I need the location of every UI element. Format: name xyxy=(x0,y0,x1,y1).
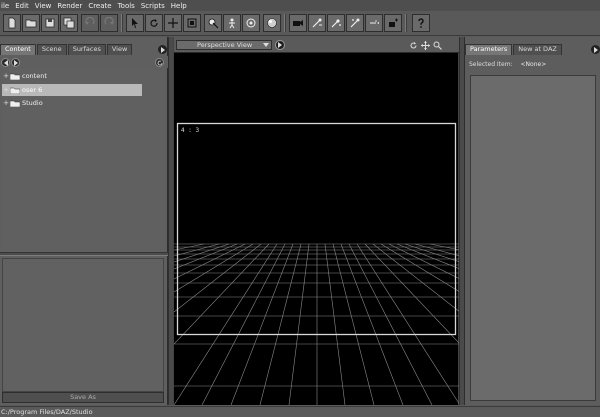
new-file-icon[interactable] xyxy=(3,14,21,32)
forward-arrow-icon[interactable] xyxy=(11,58,20,67)
panel-menu-arrow-icon[interactable] xyxy=(591,45,600,54)
tree-item[interactable]: + oser 6 xyxy=(2,84,142,96)
toolbar-separator xyxy=(405,14,407,32)
content-nav-row xyxy=(0,56,168,68)
camera-icon[interactable] xyxy=(289,14,307,32)
view-selector[interactable]: Perspective View xyxy=(176,40,272,50)
tree-item[interactable]: + content xyxy=(2,70,142,82)
active-pose-icon[interactable] xyxy=(223,14,241,32)
node-select-icon[interactable] xyxy=(204,14,222,32)
joint-editor-icon[interactable] xyxy=(242,14,260,32)
help-icon[interactable] xyxy=(412,14,430,32)
tab-surfaces[interactable]: Surfaces xyxy=(67,44,106,55)
folder-icon xyxy=(10,100,20,107)
menu-render[interactable]: Render xyxy=(57,2,82,10)
right-panel: Parameters New at DAZ Selected Item: <Non… xyxy=(464,37,600,405)
save-as-icon[interactable] xyxy=(60,14,78,32)
expand-icon[interactable]: + xyxy=(2,72,10,80)
pan-icon[interactable] xyxy=(420,40,430,50)
menu-bar: ile Edit View Render Create Tools Scripts Help xyxy=(0,0,600,11)
pane-splitter[interactable] xyxy=(0,252,168,256)
chevron-down-icon xyxy=(263,43,269,47)
toolbar-separator xyxy=(121,14,123,32)
tree-item-label: Studio xyxy=(22,99,43,107)
tree-item-label: content xyxy=(22,72,47,80)
toolbar-separator xyxy=(284,14,286,32)
save-icon[interactable] xyxy=(41,14,59,32)
redo-icon[interactable] xyxy=(100,14,118,32)
node-add-icon[interactable] xyxy=(384,14,402,32)
figure-setup-icon[interactable] xyxy=(308,14,326,32)
surface-selection-icon[interactable] xyxy=(327,14,345,32)
menu-edit[interactable]: Edit xyxy=(15,2,29,10)
refresh-icon[interactable] xyxy=(155,58,164,67)
rotate-icon[interactable] xyxy=(145,14,163,32)
viewport: Perspective View 4: 3 xyxy=(173,37,460,405)
open-file-icon[interactable] xyxy=(22,14,40,32)
sphere-icon[interactable] xyxy=(263,14,281,32)
zoom-icon[interactable] xyxy=(432,40,442,50)
panel-menu-arrow-icon[interactable] xyxy=(158,45,167,54)
tab-scene[interactable]: Scene xyxy=(36,44,67,55)
orbit-icon[interactable] xyxy=(408,40,418,50)
translate-icon[interactable] xyxy=(164,14,182,32)
viewport-header: Perspective View xyxy=(174,37,460,53)
left-panel: Content Scene Surfaces View + content + ose… xyxy=(0,37,168,405)
tree-item-label: oser 6 xyxy=(22,86,43,94)
selected-item-value: <None> xyxy=(520,61,547,68)
viewport-canvas[interactable]: 4 : 3 xyxy=(174,54,460,405)
pointer-icon[interactable] xyxy=(126,14,144,32)
tab-new-at-daz[interactable]: New at DAZ xyxy=(513,44,562,55)
folder-icon xyxy=(10,73,20,80)
tab-content[interactable]: Content xyxy=(0,44,36,55)
light-icon[interactable] xyxy=(365,14,383,32)
status-path: C:/Program Files/DAZ/Studio xyxy=(1,408,93,416)
menu-tools[interactable]: Tools xyxy=(118,2,135,10)
menu-scripts[interactable]: Scripts xyxy=(141,2,165,10)
ground-grid xyxy=(174,243,460,405)
view-selector-label: Perspective View xyxy=(197,41,253,49)
selected-item-row: Selected Item: <None> xyxy=(469,61,546,68)
tab-view[interactable]: View xyxy=(106,44,133,55)
status-bar: C:/Program Files/DAZ/Studio xyxy=(0,406,600,417)
menu-ile[interactable]: ile xyxy=(1,2,9,10)
aspect-ratio-label: 4 : 3 xyxy=(181,127,199,134)
menu-help[interactable]: Help xyxy=(171,2,187,10)
folder-icon xyxy=(10,87,20,94)
save-as-button[interactable]: Save As xyxy=(2,392,164,403)
selected-item-label: Selected Item: xyxy=(469,61,513,68)
menu-view[interactable]: View xyxy=(35,2,52,10)
scale-icon[interactable] xyxy=(183,14,201,32)
undo-icon[interactable] xyxy=(81,14,99,32)
menu-create[interactable]: Create xyxy=(88,2,111,10)
left-panel-tabs: Content Scene Surfaces View xyxy=(0,44,133,55)
parameters-area xyxy=(470,75,596,401)
main-toolbar xyxy=(0,11,600,36)
aspect-frame xyxy=(176,122,457,336)
tree-item[interactable]: + Studio xyxy=(2,97,142,109)
content-preview-pane xyxy=(2,258,164,392)
expand-icon[interactable]: + xyxy=(2,86,10,94)
viewport-menu-arrow-icon[interactable] xyxy=(275,40,285,50)
tab-parameters[interactable]: Parameters xyxy=(465,44,513,55)
right-panel-tabs: Parameters New at DAZ xyxy=(465,44,563,55)
geometry-editor-icon[interactable] xyxy=(346,14,364,32)
back-arrow-icon[interactable] xyxy=(1,58,10,67)
expand-icon[interactable]: + xyxy=(2,99,10,107)
